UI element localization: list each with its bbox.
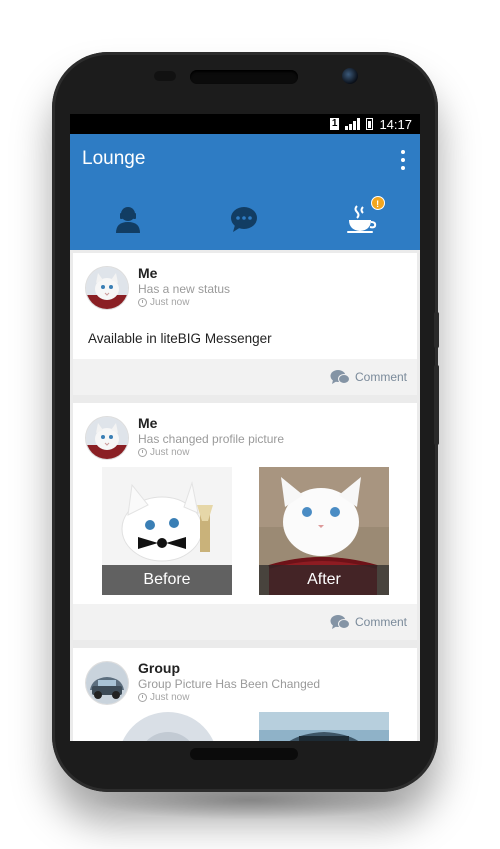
- group-avatar[interactable]: [86, 662, 128, 704]
- chat-bubble-icon: [231, 207, 257, 232]
- timestamp-label: Just now: [150, 297, 190, 308]
- before-photo[interactable]: Before: [102, 467, 232, 595]
- tab-lounge[interactable]: !: [303, 188, 420, 250]
- post-footer: Comment: [73, 604, 417, 640]
- overflow-menu-icon[interactable]: [400, 150, 406, 170]
- avatar[interactable]: [86, 417, 128, 459]
- post-activity: Has changed profile picture: [138, 432, 285, 446]
- comment-icon: [330, 370, 350, 384]
- feed-post[interactable]: Group Group Picture Has Been Changed Jus…: [73, 648, 417, 741]
- proximity-sensor: [154, 71, 176, 81]
- app-bar: Lounge !: [70, 134, 420, 250]
- tab-contacts[interactable]: [70, 188, 187, 250]
- avatar[interactable]: [86, 267, 128, 309]
- app-screen: 1 14:17 Lounge ! Me Has a new status Jus…: [70, 114, 420, 741]
- poster-name[interactable]: Me: [138, 265, 157, 281]
- comment-button[interactable]: Comment: [355, 615, 407, 629]
- post-timestamp: Just now: [138, 447, 189, 458]
- clock-icon: [138, 298, 147, 307]
- old-group-photo[interactable]: [102, 712, 232, 741]
- sim-indicator: 1: [329, 118, 340, 130]
- clock-time: 14:17: [379, 116, 412, 132]
- power-button: [434, 365, 439, 445]
- photo-caption: Before: [102, 565, 232, 595]
- photo-caption: After: [259, 565, 389, 595]
- page-title: Lounge: [82, 148, 146, 169]
- timestamp-label: Just now: [150, 692, 190, 703]
- post-activity: Has a new status: [138, 282, 231, 296]
- status-bar: 1 14:17: [70, 114, 420, 134]
- clock-icon: [138, 693, 147, 702]
- feed-post[interactable]: Me Has changed profile picture Just now …: [73, 403, 417, 640]
- tab-chats[interactable]: !: [187, 188, 385, 250]
- comment-button[interactable]: Comment: [355, 370, 407, 384]
- timestamp-label: Just now: [150, 447, 190, 458]
- comment-icon: [330, 615, 350, 629]
- after-photo[interactable]: After: [259, 467, 389, 595]
- poster-name[interactable]: Group: [138, 660, 180, 676]
- feed-post[interactable]: Me Has a new status Just now Available i…: [73, 253, 417, 395]
- coffee-cup-icon: [346, 205, 376, 233]
- new-group-photo[interactable]: [259, 712, 389, 741]
- volume-button: [434, 312, 439, 348]
- post-timestamp: Just now: [138, 692, 189, 703]
- person-icon: [116, 207, 141, 233]
- post-body: Available in liteBIG Messenger: [88, 331, 272, 346]
- clock-icon: [138, 448, 147, 457]
- bottom-speaker: [190, 748, 298, 760]
- poster-name[interactable]: Me: [138, 415, 157, 431]
- battery-icon: [366, 118, 374, 130]
- front-camera-icon: [342, 68, 358, 84]
- earpiece-speaker: [190, 70, 298, 84]
- tab-bar: ! !: [70, 188, 420, 250]
- post-timestamp: Just now: [138, 297, 189, 308]
- post-activity: Group Picture Has Been Changed: [138, 677, 321, 691]
- post-footer: Comment: [73, 359, 417, 395]
- signal-icon: [345, 118, 361, 130]
